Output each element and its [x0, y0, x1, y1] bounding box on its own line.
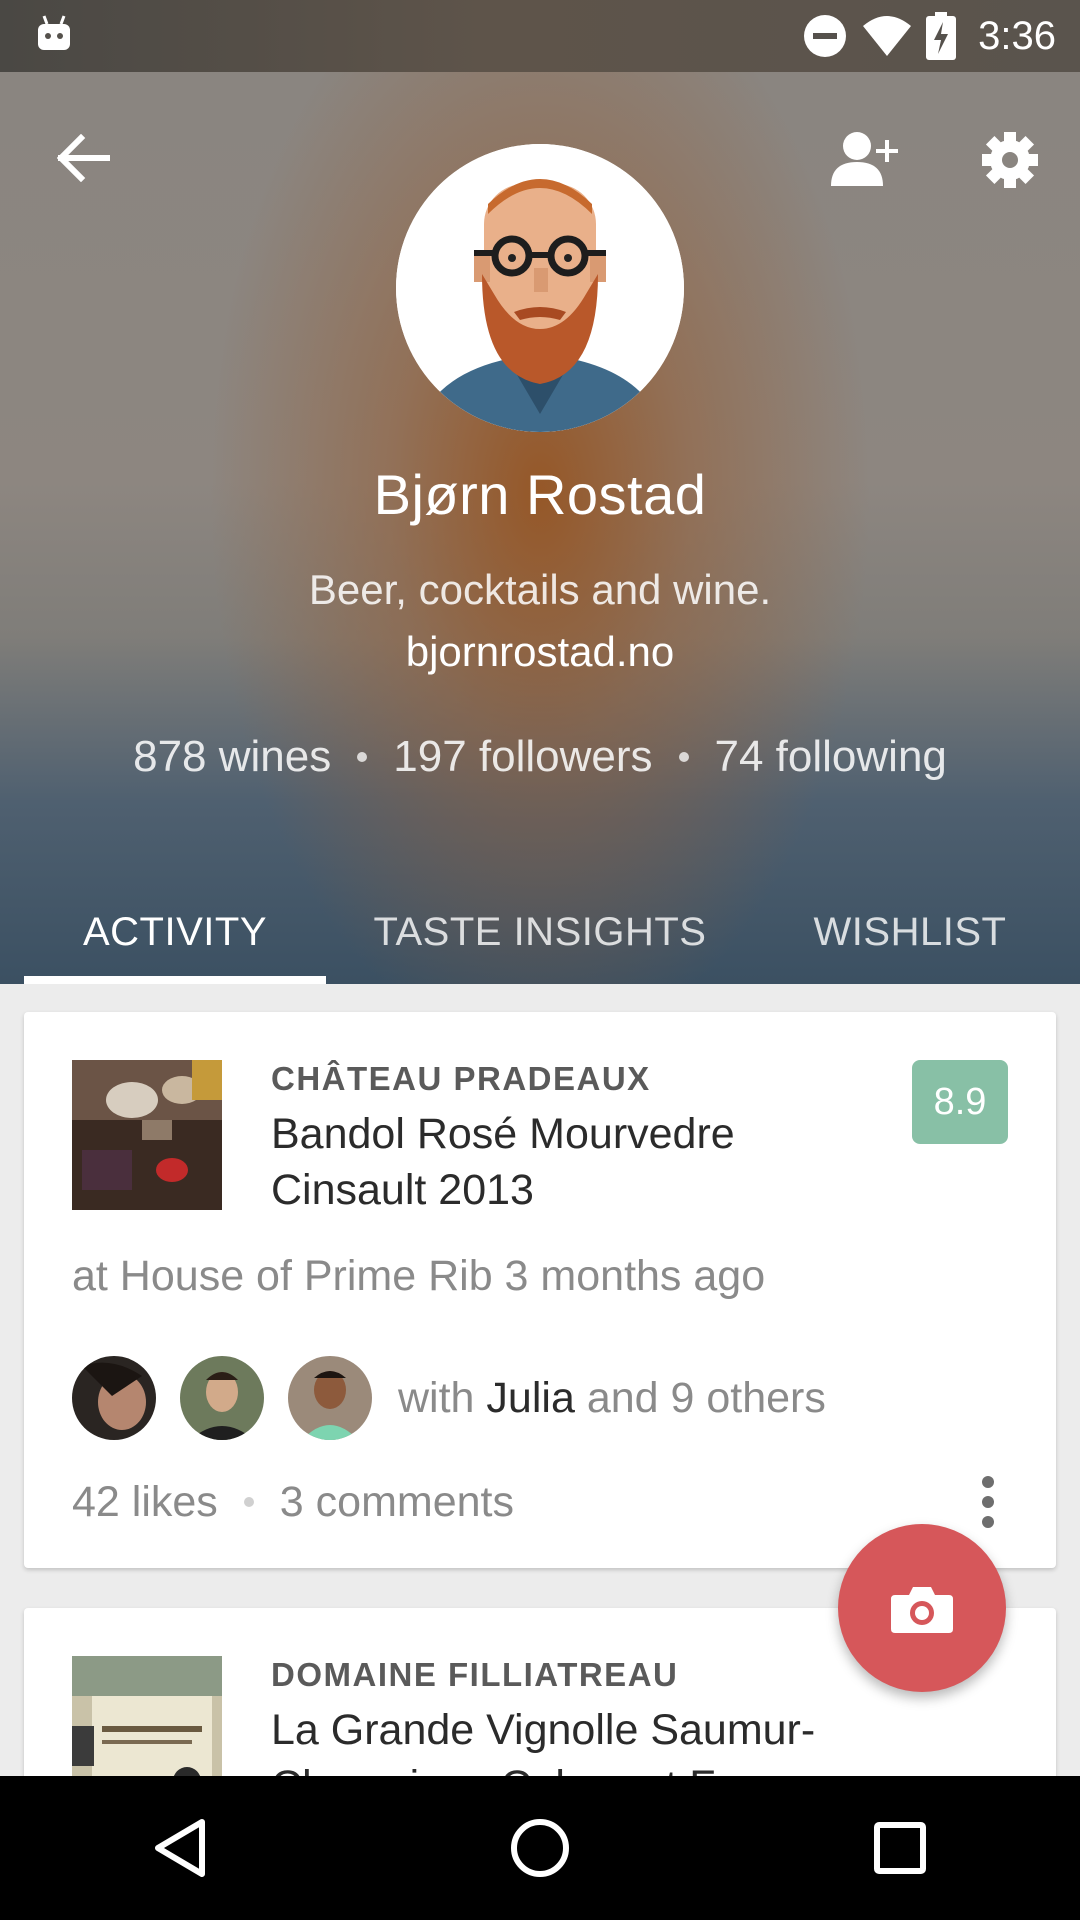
wine-name[interactable]: Bandol Rosé Mourvedre Cinsault 2013: [271, 1106, 871, 1218]
battery-charging-icon: [926, 12, 957, 60]
wifi-icon: [863, 16, 912, 56]
nav-back-button[interactable]: [120, 1788, 240, 1908]
wine-thumbnail[interactable]: [72, 1656, 222, 1776]
more-options-button[interactable]: [964, 1466, 1012, 1538]
with-label: with Julia and 9 others: [398, 1373, 826, 1422]
winery-name: CHÂTEAU PRADEAUX: [271, 1060, 651, 1097]
following-count[interactable]: 74 following: [715, 732, 947, 782]
separator-dot: [678, 752, 689, 762]
profile-tabs: ACTIVITY TASTE INSIGHTS WISHLIST: [0, 880, 1080, 984]
tagged-friends[interactable]: with Julia and 9 others: [72, 1356, 826, 1440]
friend-avatar[interactable]: [180, 1356, 264, 1440]
more-vertical-icon: [982, 1476, 994, 1528]
avatar[interactable]: [396, 144, 684, 432]
card-actions: 42 likes 3 comments: [72, 1472, 514, 1532]
status-bar: 3:36: [0, 0, 1080, 72]
wine-photo: [72, 1060, 222, 1210]
tab-taste-insights[interactable]: TASTE INSIGHTS: [340, 880, 740, 984]
tab-indicator: [24, 976, 326, 984]
checkin-location: at House of Prime Rib 3 months ago: [72, 1252, 766, 1300]
back-triangle-icon: [155, 1819, 205, 1877]
profile-name: Bjørn Rostad: [373, 463, 707, 526]
wine-photo: [72, 1656, 222, 1776]
nav-recents-button[interactable]: [840, 1788, 960, 1908]
profile-bio: Beer, cocktails and wine.: [308, 566, 772, 613]
winery-name: DOMAINE FILLIATREAU: [271, 1656, 679, 1693]
likes-link[interactable]: 42 likes: [72, 1478, 218, 1527]
rating-badge: 8.9: [912, 1060, 1008, 1144]
activity-card[interactable]: CHÂTEAU PRADEAUX Bandol Rosé Mourvedre C…: [24, 1012, 1056, 1568]
wine-name[interactable]: La Grande Vignolle Saumur-Champigny Cabe…: [271, 1702, 871, 1776]
separator-dot: [357, 752, 368, 762]
android-icon: [38, 15, 70, 50]
tab-wishlist[interactable]: WISHLIST: [760, 880, 1060, 984]
friend-name-link[interactable]: Julia: [486, 1374, 574, 1422]
profile-website-link[interactable]: bjornrostad.no: [0, 628, 1080, 676]
separator-dot: [243, 1497, 254, 1507]
system-nav-bar: [0, 1776, 1080, 1920]
settings-button[interactable]: [972, 122, 1048, 198]
profile-header: Bjørn Rostad Beer, cocktails and wine. b…: [0, 72, 1080, 984]
camera-icon: [891, 1587, 953, 1633]
wine-thumbnail[interactable]: [72, 1060, 222, 1210]
wines-count[interactable]: 878 wines: [133, 732, 331, 782]
person-add-icon: [831, 132, 898, 186]
home-circle-icon: [511, 1819, 569, 1877]
nav-home-button[interactable]: [480, 1788, 600, 1908]
avatar-image: [396, 144, 684, 432]
comments-link[interactable]: 3 comments: [280, 1478, 514, 1527]
gear-icon: [982, 132, 1038, 188]
friend-avatar[interactable]: [72, 1356, 156, 1440]
add-friend-button[interactable]: [820, 122, 910, 194]
arrow-back-icon: [57, 134, 110, 182]
do-not-disturb-icon: [804, 15, 847, 57]
recents-square-icon: [874, 1822, 926, 1874]
status-time: 3:36: [978, 13, 1056, 58]
profile-stats: 878 wines 197 followers 74 following: [0, 732, 1080, 782]
camera-fab-button[interactable]: [838, 1524, 1006, 1692]
back-button[interactable]: [48, 122, 120, 194]
followers-count[interactable]: 197 followers: [393, 732, 652, 782]
tab-activity[interactable]: ACTIVITY: [24, 880, 326, 984]
friend-avatar[interactable]: [288, 1356, 372, 1440]
